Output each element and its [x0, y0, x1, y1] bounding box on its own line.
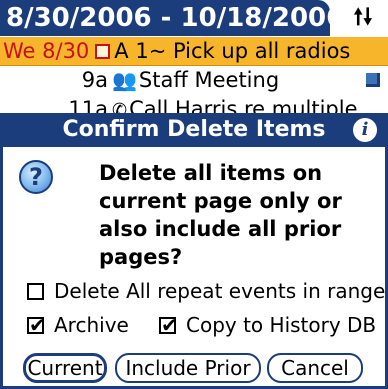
checkbox-box[interactable] — [27, 283, 44, 300]
checkbox-label: Delete All repeat events in range — [54, 279, 386, 303]
checkbox-label: Archive — [54, 313, 129, 337]
scroll-down-icon[interactable]: 🠗 — [363, 5, 372, 30]
cancel-button[interactable]: Cancel — [267, 353, 363, 383]
checkbox-box[interactable] — [159, 312, 178, 338]
header-bar: 8/30/2006 - 10/18/2006 🠕🠗 — [0, 0, 388, 36]
checkbox-label: Copy to History DB — [186, 313, 377, 337]
dialog-message: Delete all items on current page only or… — [99, 161, 342, 269]
copy-icon — [366, 73, 380, 87]
include-prior-button[interactable]: Include Prior — [115, 353, 261, 383]
confirm-delete-dialog: Confirm Delete Items i ? Delete all item… — [0, 113, 388, 389]
delete-repeat-checkbox[interactable]: Delete All repeat events in range — [27, 278, 385, 304]
dialog-title-text: Confirm Delete Items — [62, 117, 326, 142]
todo-text: A 1~ Pick up all radios — [114, 39, 351, 63]
question-icon: ? — [19, 160, 53, 194]
meeting-icon: 👥 — [112, 68, 137, 92]
agenda-day-label: We 8/30 — [3, 39, 90, 63]
agenda-row-selected[interactable]: We 8/30 A 1~ Pick up all radios — [0, 37, 388, 66]
scroll-up-icon[interactable]: 🠕 — [354, 5, 363, 30]
checkbox-box[interactable] — [27, 312, 46, 338]
agenda-row[interactable]: 9a 👥Staff Meeting — [0, 66, 388, 95]
info-icon[interactable]: i — [353, 118, 377, 142]
archive-checkbox[interactable]: Archive — [27, 312, 129, 338]
copy-history-checkbox[interactable]: Copy to History DB — [159, 312, 376, 338]
scroll-arrows: 🠕🠗 — [338, 0, 388, 36]
date-range-title[interactable]: 8/30/2006 - 10/18/2006 — [0, 0, 344, 36]
dialog-title: Confirm Delete Items i — [3, 113, 385, 147]
current-button[interactable]: Current — [23, 353, 107, 383]
event-text: Staff Meeting — [138, 68, 280, 92]
event-time: 9a — [81, 68, 108, 92]
todo-checkbox[interactable] — [95, 44, 111, 59]
